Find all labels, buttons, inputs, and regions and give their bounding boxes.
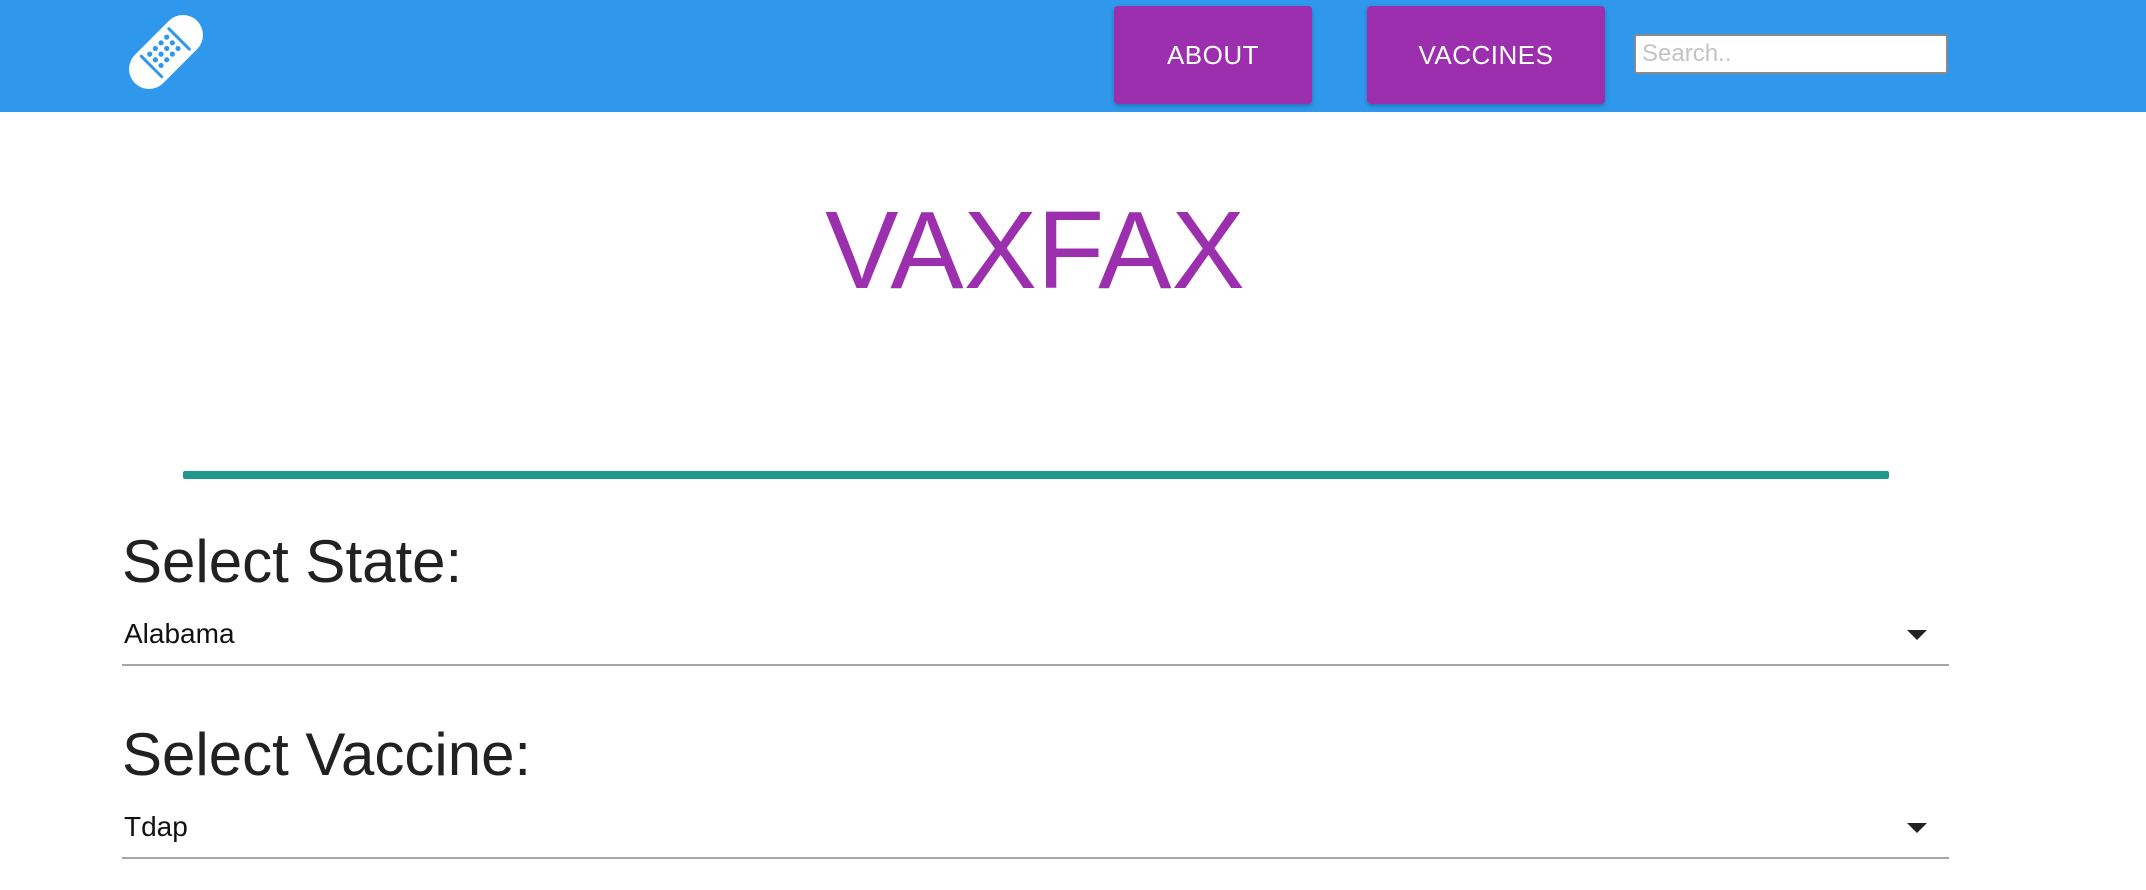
select-vaccine-label: Select Vaccine: xyxy=(122,721,532,788)
dropdown-arrow-icon[interactable] xyxy=(1907,630,1927,640)
vaccine-select-value: Tdap xyxy=(124,811,188,842)
vaccine-select[interactable]: Tdap xyxy=(122,805,1949,859)
select-state-label: Select State: xyxy=(122,528,463,595)
top-nav-bar: ABOUT VACCINES xyxy=(0,0,2146,112)
state-select-value: Alabama xyxy=(124,618,235,649)
state-select[interactable]: Alabama xyxy=(122,612,1949,666)
page-title: VAXFAX xyxy=(825,189,1245,312)
vaccines-button[interactable]: VACCINES xyxy=(1367,6,1605,104)
page: ABOUT VACCINES VAXFAX Select State: Alab… xyxy=(0,0,2146,890)
search-input[interactable] xyxy=(1634,34,1948,74)
about-button[interactable]: ABOUT xyxy=(1114,6,1312,104)
dropdown-arrow-icon[interactable] xyxy=(1907,823,1927,833)
title-divider xyxy=(183,471,1889,479)
bandage-icon[interactable] xyxy=(118,4,214,100)
